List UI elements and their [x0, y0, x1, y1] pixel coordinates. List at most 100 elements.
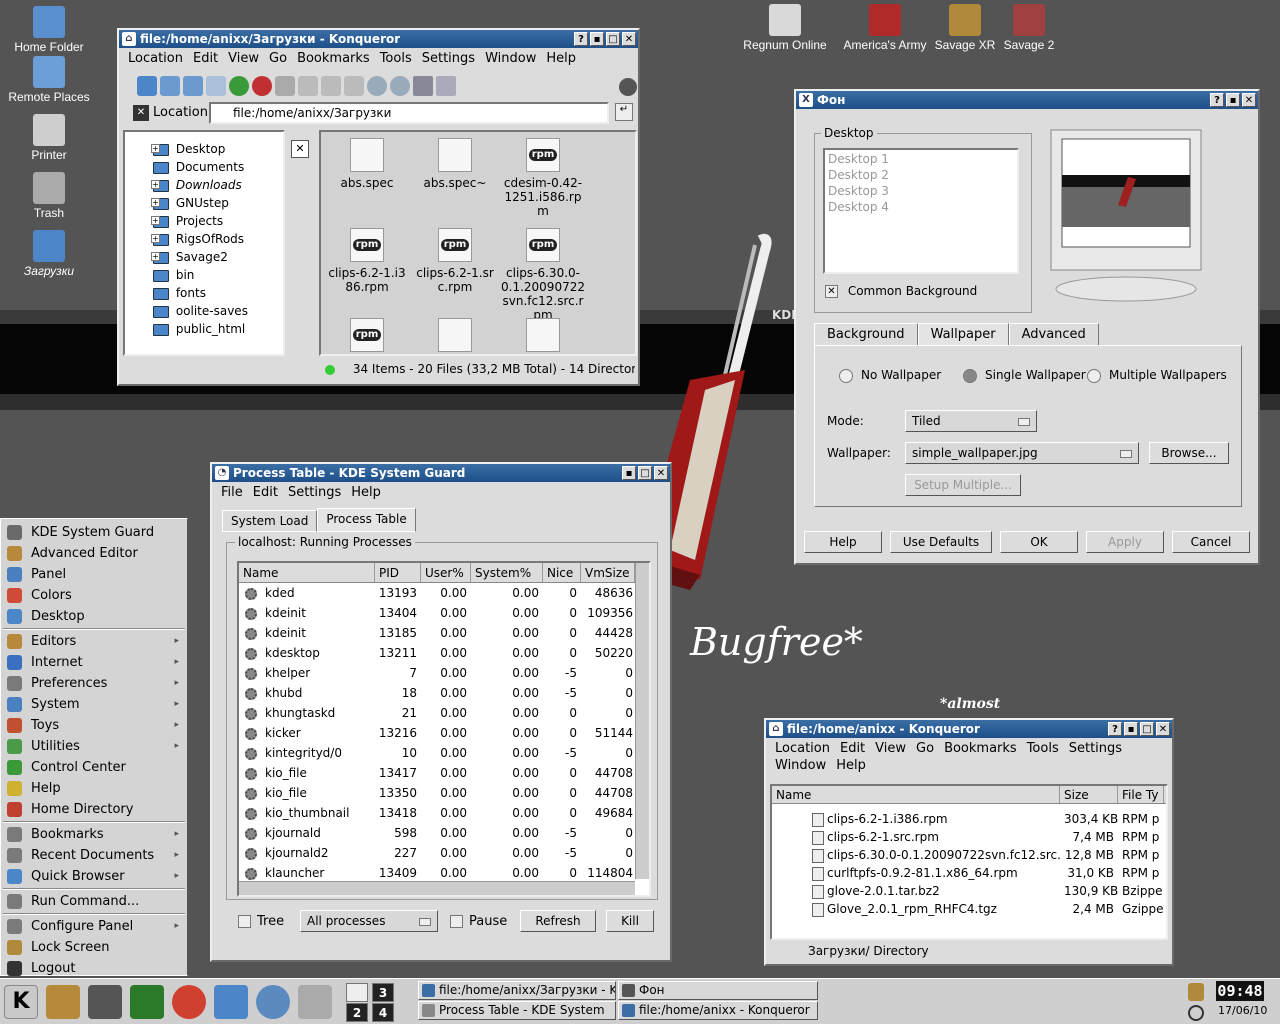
close-button[interactable]: ✕: [1242, 93, 1256, 107]
table-row[interactable]: khelper 7 0.00 0.00 -5 0: [239, 663, 649, 683]
kmenu-item[interactable]: Utilities ▸: [1, 736, 187, 757]
desktop-list[interactable]: Desktop 1 Desktop 2 Desktop 3 Desktop 4: [823, 148, 1019, 274]
tree-checkbox[interactable]: Tree: [238, 914, 284, 929]
zoom-out-icon[interactable]: [390, 76, 410, 96]
up-icon[interactable]: [137, 76, 157, 96]
help-launcher-icon[interactable]: [172, 985, 206, 1019]
tree-item[interactable]: public_html: [125, 320, 283, 338]
list-view-icon[interactable]: [436, 76, 456, 96]
tab-system-load[interactable]: System Load: [222, 510, 318, 532]
kmenu-item[interactable]: Panel: [1, 564, 187, 585]
table-row[interactable]: curlftpfs-0.9.2-81.1.x86_64.rpm 31,0 KB RP…: [772, 864, 1166, 882]
file-icon[interactable]: rpm clips-6.2-1.i386.rpm: [325, 228, 409, 294]
expand-icon[interactable]: +: [151, 180, 160, 189]
table-row[interactable]: kio_file 13350 0.00 0.00 0 44708: [239, 783, 649, 803]
tab-background[interactable]: Background: [814, 323, 918, 346]
pause-checkbox[interactable]: Pause: [450, 914, 507, 929]
terminal-launcher-icon[interactable]: [88, 985, 122, 1019]
menu-item[interactable]: View: [870, 740, 911, 757]
help-button[interactable]: ?: [1108, 722, 1122, 736]
desktop-icon[interactable]: Savage 2: [984, 4, 1074, 52]
cancel-button[interactable]: Cancel: [1172, 531, 1250, 553]
expand-icon[interactable]: +: [151, 144, 160, 153]
icon-view-icon[interactable]: [413, 76, 433, 96]
pager-desktop-4[interactable]: 4: [372, 1003, 394, 1022]
cut-icon[interactable]: [275, 76, 295, 96]
kmenu-item[interactable]: Help: [1, 778, 187, 799]
home-icon[interactable]: [206, 76, 226, 96]
kmenu-item[interactable]: Desktop: [1, 606, 187, 627]
kmenu-item[interactable]: Home Directory: [1, 799, 187, 820]
column-header[interactable]: User%: [421, 563, 471, 582]
menu-item[interactable]: Window: [480, 50, 541, 67]
maximize-button[interactable]: □: [606, 32, 620, 46]
multiple-wallpapers-radio[interactable]: Multiple Wallpapers: [1087, 368, 1227, 383]
file-icon[interactable]: rpm clips-6.2-1.src.rpm: [413, 228, 497, 294]
editor-launcher-icon[interactable]: [46, 985, 80, 1019]
desktop-icon[interactable]: Regnum Online: [740, 4, 830, 52]
setup-multiple-button[interactable]: Setup Multiple...: [905, 474, 1021, 496]
system-guard-titlebar[interactable]: ◔ Process Table - KDE System Guard ▪ □ ✕: [212, 464, 670, 482]
close-button[interactable]: ✕: [1156, 722, 1170, 736]
no-wallpaper-radio[interactable]: No Wallpaper: [839, 368, 941, 383]
pager-desktop-2[interactable]: 2: [346, 1003, 368, 1022]
table-row[interactable]: glove-2.0.1.tar.bz2 130,9 KB Bzippe: [772, 882, 1166, 900]
tree-item[interactable]: + Projects: [125, 212, 283, 230]
kmenu-item[interactable]: Logout: [1, 958, 187, 979]
column-header[interactable]: PID: [375, 563, 421, 582]
file-icon-view[interactable]: abs.spec abs.spec~ rpm cdesim-0.42-1251.i58…: [319, 130, 637, 356]
desktop-icon[interactable]: Trash: [4, 172, 94, 220]
kmenu-item[interactable]: Editors ▸: [1, 631, 187, 652]
table-row[interactable]: Glove_2.0.1_rpm_RHFC4.tgz 2,4 MB Gzippe: [772, 900, 1166, 918]
horizontal-scrollbar[interactable]: [239, 881, 635, 895]
table-row[interactable]: kio_file 13417 0.00 0.00 0 44708: [239, 763, 649, 783]
menu-item[interactable]: View: [223, 50, 264, 67]
desktop-icon[interactable]: America's Army: [840, 4, 930, 52]
browse-button[interactable]: Browse...: [1149, 442, 1229, 464]
close-button[interactable]: ✕: [654, 466, 668, 480]
desktop-icon[interactable]: Home Folder: [4, 6, 94, 54]
menu-item[interactable]: Edit: [188, 50, 223, 67]
process-filter-select[interactable]: All processes: [300, 910, 438, 932]
table-row[interactable]: kded 13193 0.00 0.00 0 48636: [239, 583, 649, 603]
menu-item[interactable]: Settings: [283, 484, 346, 501]
kmenu-item[interactable]: Run Command...: [1, 891, 187, 912]
column-header[interactable]: VmSize: [581, 563, 635, 582]
back-icon[interactable]: [160, 76, 180, 96]
reload-icon[interactable]: [229, 76, 249, 96]
kmenu-item[interactable]: KDE System Guard: [1, 522, 187, 543]
kmenu-item[interactable]: Recent Documents ▸: [1, 845, 187, 866]
minimize-button[interactable]: ▪: [1124, 722, 1138, 736]
file-icon[interactable]: rpm clips-6.30.0-0.1.20090722svn.fc12.src…: [501, 228, 585, 322]
menu-item[interactable]: Go: [264, 50, 292, 67]
expand-icon[interactable]: +: [151, 198, 160, 207]
common-background-checkbox[interactable]: ✕ Common Background: [825, 284, 977, 298]
expand-icon[interactable]: +: [151, 252, 160, 261]
desktop-list-item[interactable]: Desktop 2: [828, 168, 1014, 184]
location-input[interactable]: file:/home/anixx/Загрузки: [209, 102, 609, 124]
stop-icon[interactable]: [252, 76, 272, 96]
clear-location-icon[interactable]: ✕: [133, 105, 149, 121]
table-row[interactable]: kdeinit 13185 0.00 0.00 0 44428: [239, 623, 649, 643]
menu-item[interactable]: Tools: [375, 50, 417, 67]
table-row[interactable]: khubd 18 0.00 0.00 -5 0: [239, 683, 649, 703]
file-icon[interactable]: glove-2.0.1.tar: [413, 318, 497, 354]
pen-launcher-icon[interactable]: [298, 985, 332, 1019]
menu-item[interactable]: Settings: [417, 50, 480, 67]
kmenu-item[interactable]: Internet ▸: [1, 652, 187, 673]
tree-item[interactable]: Documents: [125, 158, 283, 176]
tab-process-table[interactable]: Process Table: [317, 508, 416, 532]
table-row[interactable]: klauncher 13409 0.00 0.00 0 114804: [239, 863, 649, 883]
help-dialog-button[interactable]: Help: [804, 531, 882, 553]
table-row[interactable]: khungtaskd 21 0.00 0.00 0 0: [239, 703, 649, 723]
background-dialog-titlebar[interactable]: X Фон ? ▪ ✕: [796, 91, 1258, 109]
maximize-button[interactable]: □: [1140, 722, 1154, 736]
desktop-preview-icon[interactable]: [346, 983, 368, 1002]
task-konqueror-downloads[interactable]: file:/home/anixx/Загрузки - Ko: [418, 981, 616, 1000]
print-icon[interactable]: [344, 76, 364, 96]
menu-item[interactable]: Settings: [1064, 740, 1127, 757]
desktop-icon[interactable]: Printer: [4, 114, 94, 162]
menu-item[interactable]: Bookmarks: [292, 50, 375, 67]
table-row[interactable]: clips-6.30.0-0.1.20090722svn.fc12.src.rp…: [772, 846, 1166, 864]
minimize-button[interactable]: ▪: [1226, 93, 1240, 107]
